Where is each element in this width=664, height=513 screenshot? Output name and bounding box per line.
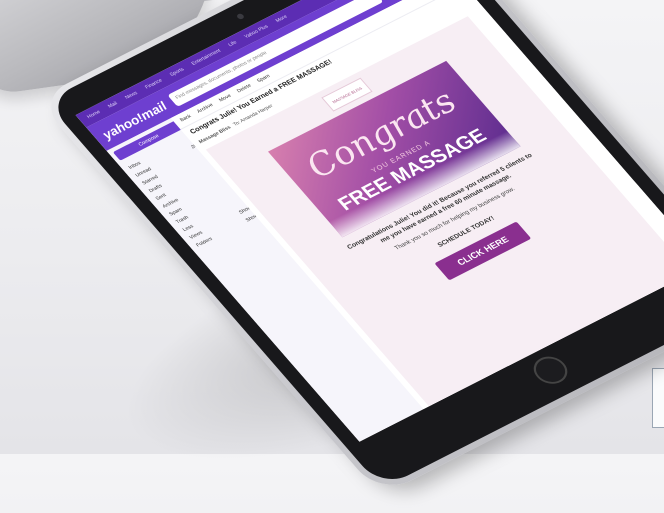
nav-life[interactable]: Life (227, 40, 238, 48)
nav-more[interactable]: More (275, 14, 289, 24)
tablet: Home Mail News Finance Sports Entertainm… (36, 0, 664, 496)
nav-sports[interactable]: Sports (169, 67, 186, 78)
tablet-bezel: Home Mail News Finance Sports Entertainm… (45, 0, 664, 489)
nav-home[interactable]: Home (86, 109, 102, 120)
camera-icon (235, 12, 246, 21)
delete-button[interactable]: Delete (236, 83, 253, 94)
nav-news[interactable]: News (124, 90, 139, 100)
nav-mail[interactable]: Mail (107, 101, 119, 110)
spam-button[interactable]: Spam (256, 73, 272, 84)
move-button[interactable]: Move (218, 93, 233, 103)
home-button[interactable] (527, 351, 575, 389)
tablet-wrap: Home Mail News Finance Sports Entertainm… (0, 0, 664, 496)
click-here-button[interactable]: CLICK HERE (434, 221, 531, 281)
back-button[interactable]: Back (179, 114, 193, 124)
tablet-screen: Home Mail News Finance Sports Entertainm… (75, 0, 664, 442)
